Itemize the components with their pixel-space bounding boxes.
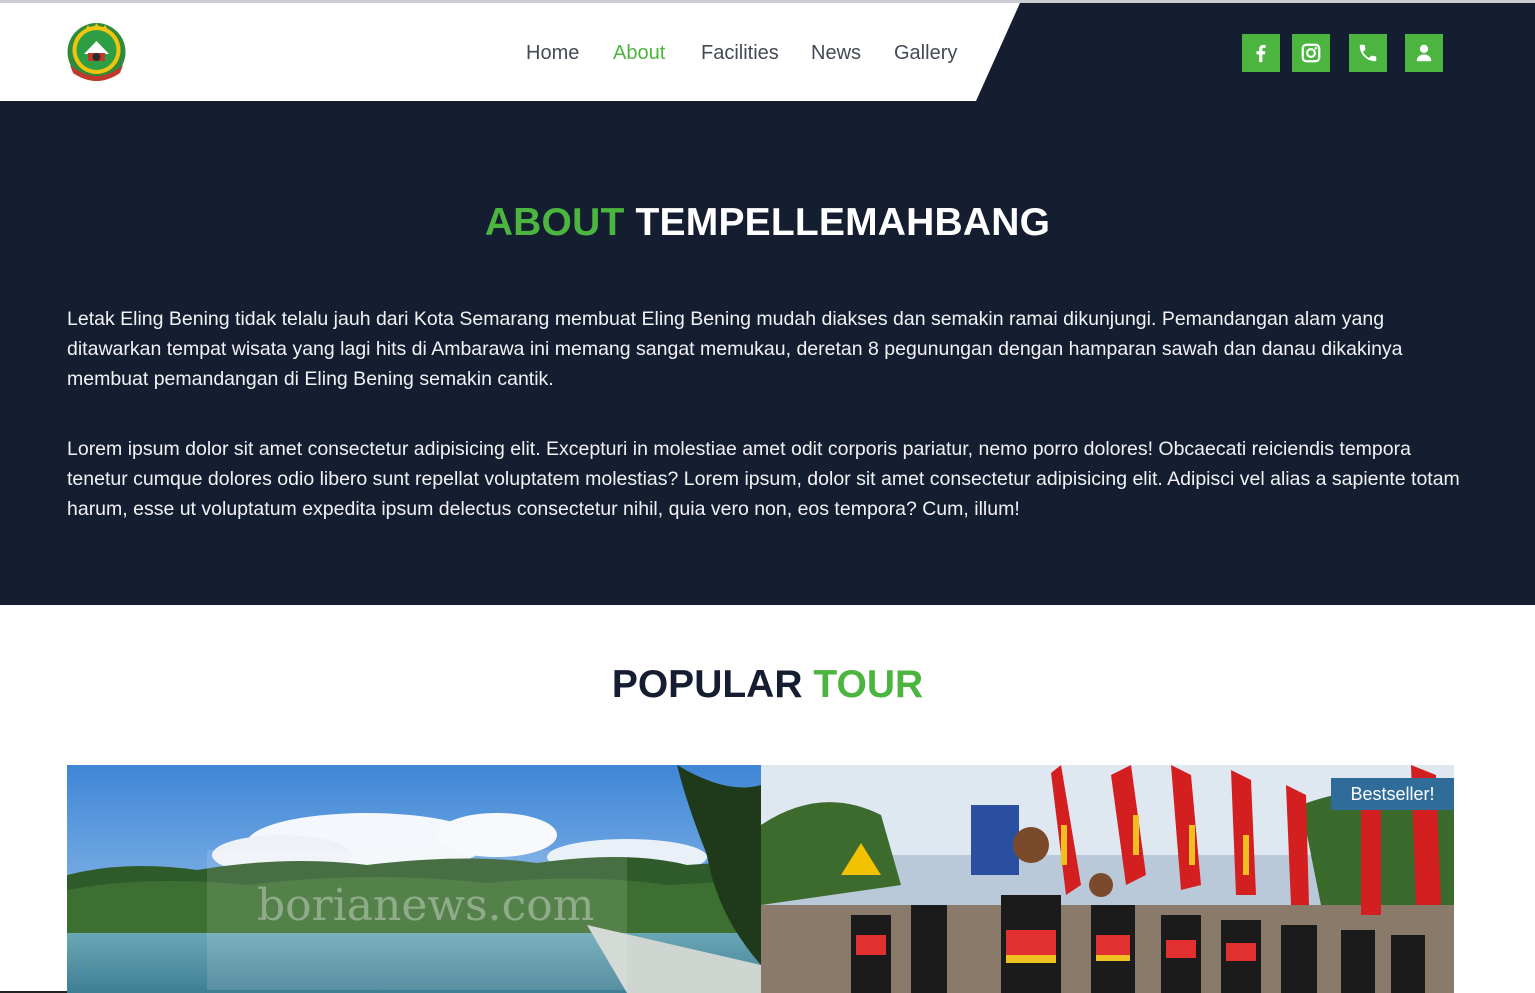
facebook-button[interactable]: [1242, 34, 1280, 72]
phone-icon: [1359, 44, 1377, 62]
regency-emblem-logo[interactable]: [66, 21, 127, 83]
popular-tour-title: POPULAR TOUR: [0, 660, 1535, 710]
tour-card-lake[interactable]: borianews.com: [67, 765, 761, 993]
about-title: ABOUT TEMPELLEMAHBANG: [0, 199, 1535, 247]
about-section: ABOUT TEMPELLEMAHBANG Letak Eling Bening…: [0, 101, 1535, 605]
nav-gallery[interactable]: Gallery: [894, 41, 957, 65]
about-title-accent: ABOUT: [484, 201, 625, 244]
image-watermark: borianews.com: [257, 880, 595, 931]
nav-about[interactable]: About: [613, 41, 665, 65]
account-button[interactable]: [1405, 34, 1443, 72]
nav-home[interactable]: Home: [526, 41, 579, 65]
user-icon: [1416, 44, 1432, 62]
lake-landscape-photo: [67, 765, 761, 993]
site-header: Home About Facilities News Gallery: [0, 3, 1535, 101]
instagram-icon: [1301, 43, 1321, 63]
popular-title-accent: TOUR: [813, 663, 924, 706]
about-paragraph-2: Lorem ipsum dolor sit amet consectetur a…: [67, 438, 1460, 520]
nav-facilities[interactable]: Facilities: [701, 41, 779, 65]
instagram-button[interactable]: [1292, 34, 1330, 72]
bestseller-badge: Bestseller!: [1331, 778, 1454, 810]
tour-card-festival[interactable]: Bestseller!: [761, 765, 1454, 993]
popular-title-main: POPULAR: [611, 663, 803, 706]
phone-button[interactable]: [1349, 34, 1387, 72]
about-title-main: TEMPELLEMAHBANG: [635, 201, 1051, 244]
nav-news[interactable]: News: [811, 41, 861, 65]
about-paragraph-1: Letak Eling Bening tidak telalu jauh dar…: [67, 308, 1403, 390]
facebook-icon: [1256, 44, 1266, 63]
